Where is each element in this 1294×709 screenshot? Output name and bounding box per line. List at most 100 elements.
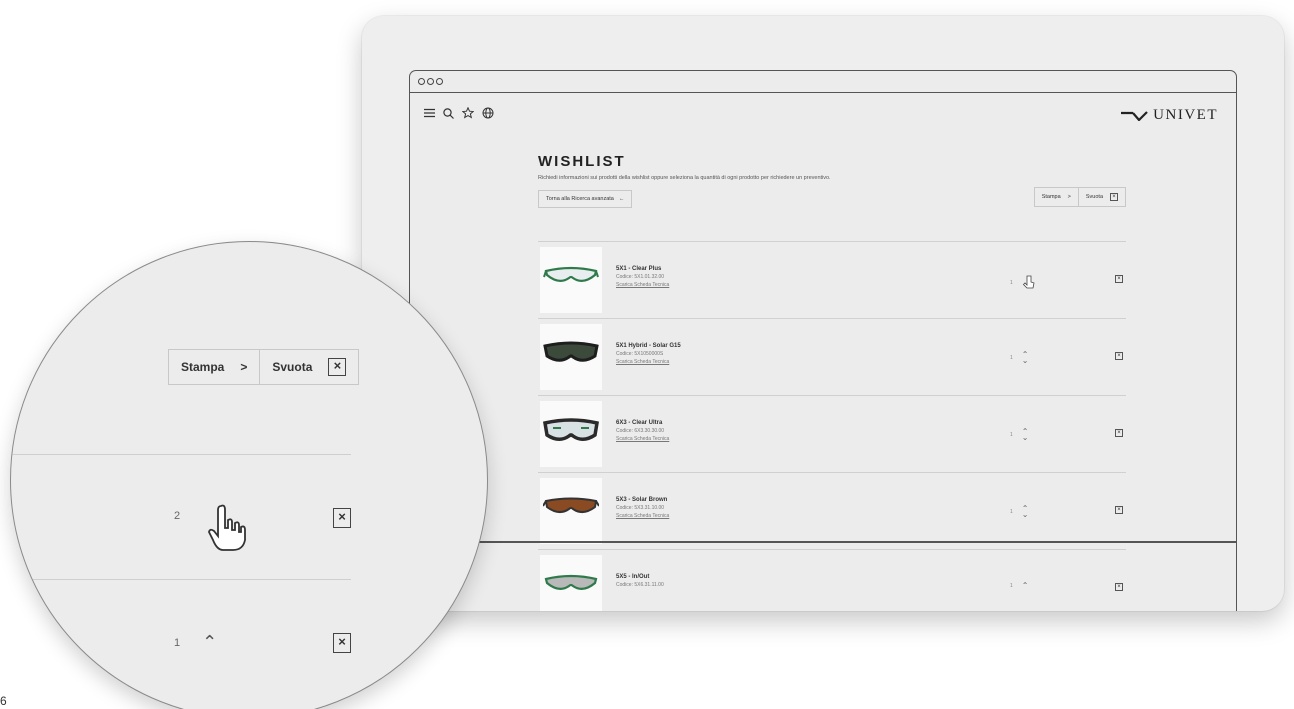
wishlist-content: WISHLIST Richiedi informazioni sui prodo… [538, 153, 1126, 611]
site-header: UNIVET [410, 93, 1236, 135]
remove-item-button[interactable]: × [1115, 429, 1123, 437]
datasheet-link[interactable]: Scarica Scheda Tecnica [616, 359, 681, 365]
quantity-stepper[interactable]: 1 ⌃ ⌄ [1010, 505, 1029, 519]
remove-item-button[interactable]: × [333, 633, 351, 653]
quantity-stepper[interactable]: 1 ⌃ [174, 632, 217, 653]
wishlist-description: Richiedi informazioni sui prodotti della… [538, 175, 831, 181]
quantity-stepper[interactable]: 2 [174, 510, 180, 522]
tablet-mockup: UNIVET WISHLIST Richiedi informazioni su… [362, 16, 1284, 611]
product-name: 5X1 Hybrid - Solar G15 [616, 343, 681, 349]
remove-item-button[interactable]: × [1115, 352, 1123, 360]
quantity-value: 1 [1010, 583, 1013, 589]
browser-title-bar [410, 71, 1236, 93]
list-item: 5X3 - Solar Brown Codice: 5X3.31.10.00 S… [538, 472, 1126, 549]
product-name: 5X1 - Clear Plus [616, 266, 662, 272]
product-info: 5X5 - In/Out Codice: 5X6.31.11.00 [616, 574, 664, 588]
logo-mark-icon [1121, 110, 1148, 121]
delete-icon: × [1110, 193, 1118, 201]
search-icon[interactable] [443, 107, 454, 119]
product-image[interactable] [540, 401, 602, 467]
stage: UNIVET WISHLIST Richiedi informazioni su… [0, 0, 1294, 709]
product-image[interactable] [540, 324, 602, 390]
chevron-right-icon: > [1067, 194, 1071, 200]
quantity-stepper[interactable]: 1 [1010, 275, 1036, 291]
quantity-value: 1 [1010, 355, 1013, 361]
quantity-stepper[interactable]: 1 ⌃ [1010, 582, 1029, 590]
corner-label: 6 [0, 694, 7, 708]
list-item: 6X3 - Clear Ultra Codice: 6X3.30.30.00 S… [538, 395, 1126, 472]
list-item: 5X5 - In/Out Codice: 5X6.31.11.00 1 ⌃ × [538, 549, 1126, 611]
quantity-stepper[interactable]: 1 ⌃ ⌄ [1010, 351, 1029, 365]
chevron-updown-icon[interactable]: ⌃ [202, 632, 217, 653]
product-name: 5X3 - Solar Brown [616, 497, 668, 503]
delete-icon: × [328, 358, 347, 376]
empty-button-label: Svuota [272, 360, 313, 374]
window-dot-icon[interactable] [427, 78, 434, 85]
product-code: Codice: 5X3.31.10.00 [616, 505, 665, 511]
product-name: 6X3 - Clear Ultra [616, 420, 663, 426]
quantity-value: 1 [1010, 280, 1013, 286]
remove-item-button[interactable]: × [1115, 583, 1123, 591]
arrow-left-icon: ← [618, 196, 625, 202]
header-icons [424, 107, 494, 119]
chevron-updown-icon[interactable]: ⌃ ⌄ [1022, 428, 1029, 442]
product-info: 5X1 Hybrid - Solar G15 Codice: 5X1050000… [616, 343, 681, 365]
brand-name: UNIVET [1153, 107, 1218, 123]
cursor-icon [1022, 275, 1035, 289]
datasheet-link[interactable]: Scarica Scheda Tecnica [616, 513, 669, 519]
back-to-search-button[interactable]: Torna alla Ricerca avanzata ← [538, 190, 633, 208]
empty-button-label: Svuota [1085, 194, 1103, 200]
datasheet-link[interactable]: Scarica Scheda Tecnica [616, 282, 669, 288]
glasses-image [543, 497, 599, 513]
quantity-value: 1 [174, 636, 181, 649]
product-code: Codice: 5X6.31.11.00 [616, 582, 664, 588]
list-item: 5X1 Hybrid - Solar G15 Codice: 5X1050000… [538, 318, 1126, 395]
product-image[interactable] [540, 478, 602, 544]
product-info: 6X3 - Clear Ultra Codice: 6X3.30.30.00 S… [616, 420, 669, 442]
glasses-image [543, 266, 599, 282]
star-icon[interactable] [462, 107, 474, 119]
menu-icon[interactable] [424, 108, 435, 118]
brand-logo[interactable]: UNIVET [1121, 107, 1218, 124]
chevron-updown-icon[interactable]: ⌃ ⌄ [1022, 351, 1029, 365]
empty-wishlist-button[interactable]: Svuota × [260, 349, 360, 385]
product-image[interactable] [540, 247, 602, 313]
product-code: Codice: 5X1050000S [616, 351, 664, 357]
remove-item-button[interactable]: × [1115, 506, 1123, 514]
cursor-icon [208, 504, 246, 551]
product-image[interactable] [540, 555, 602, 611]
print-button-label: Stampa [1041, 194, 1061, 200]
magnifier-callout: Stampa > Svuota × 2 × 1 ⌃ × [10, 241, 488, 709]
window-dot-icon[interactable] [436, 78, 443, 85]
glasses-image [543, 341, 599, 362]
empty-wishlist-button[interactable]: Svuota × [1078, 187, 1126, 207]
glasses-image [543, 418, 599, 441]
glasses-image [544, 574, 598, 590]
magnified-actions: Stampa > Svuota × [168, 349, 360, 385]
browser-window: UNIVET WISHLIST Richiedi informazioni su… [409, 70, 1237, 611]
product-code: Codice: 6X3.30.30.00 [616, 428, 665, 434]
datasheet-link[interactable]: Scarica Scheda Tecnica [616, 436, 669, 442]
product-info: 5X3 - Solar Brown Codice: 5X3.31.10.00 S… [616, 497, 669, 519]
print-button-label: Stampa [181, 360, 225, 374]
chevron-updown-icon[interactable]: ⌃ ⌄ [1022, 505, 1029, 519]
product-info: 5X1 - Clear Plus Codice: 5X1.01.32.00 Sc… [616, 266, 669, 288]
wishlist-list: 5X1 - Clear Plus Codice: 5X1.01.32.00 Sc… [538, 241, 1126, 611]
window-dot-icon[interactable] [418, 78, 425, 85]
divider [11, 454, 351, 455]
quantity-stepper[interactable]: 1 ⌃ ⌄ [1010, 428, 1029, 442]
globe-icon[interactable] [482, 107, 494, 119]
wishlist-actions: Stampa > Svuota × [1033, 187, 1126, 207]
quantity-value: 1 [1010, 432, 1013, 438]
quantity-value: 2 [174, 510, 181, 522]
remove-item-button[interactable]: × [1115, 275, 1123, 283]
product-name: 5X5 - In/Out [616, 574, 650, 580]
chevron-updown-icon[interactable]: ⌃ [1022, 582, 1029, 590]
divider [11, 579, 351, 580]
chevron-right-icon: > [240, 360, 248, 374]
remove-item-button[interactable]: × [333, 508, 351, 528]
list-item: 5X1 - Clear Plus Codice: 5X1.01.32.00 Sc… [538, 241, 1126, 318]
print-button[interactable]: Stampa > [1033, 187, 1079, 207]
product-code: Codice: 5X1.01.32.00 [616, 274, 665, 280]
print-button[interactable]: Stampa > [168, 349, 261, 385]
